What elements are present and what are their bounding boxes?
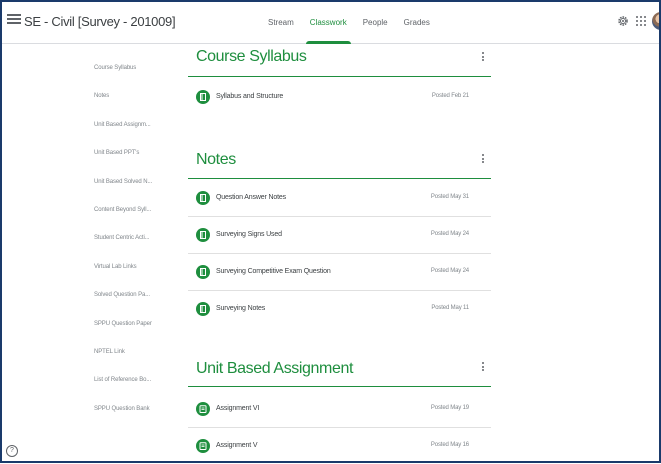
nav-tabs: Stream Classwork People Grades [260, 0, 438, 44]
item-title: Syllabus and Structure [216, 93, 284, 100]
list-item[interactable]: Assignment V Posted May 16 [188, 427, 491, 464]
topic-title: Unit Based Assignment [196, 360, 354, 377]
sidebar-item-sppu-question-paper[interactable]: SPPU Question Paper [94, 316, 152, 344]
sidebar-item-notes[interactable]: Notes [94, 88, 152, 116]
avatar[interactable] [652, 12, 661, 30]
list-item[interactable]: Question Answer Notes Posted May 31 [188, 179, 491, 217]
sidebar-item-virtual-lab-links[interactable]: Virtual Lab Links [94, 259, 152, 287]
item-title: Assignment V [216, 442, 258, 449]
item-date: Posted Feb 21 [431, 93, 469, 99]
item-title: Question Answer Notes [216, 194, 286, 201]
sidebar-item-student-centric[interactable]: Student Centric Acti... [94, 230, 152, 258]
top-app-bar: SE - Civil [Survey - 201009] Stream Clas… [0, 0, 661, 44]
list-item[interactable]: Syllabus and Structure Posted Feb 21 [188, 78, 491, 115]
assignment-icon [196, 439, 210, 453]
item-date: Posted May 24 [430, 231, 469, 237]
material-icon [196, 191, 210, 205]
item-date: Posted May 16 [430, 442, 469, 448]
class-title[interactable]: SE - Civil [Survey - 201009] [24, 14, 176, 29]
tab-stream[interactable]: Stream [260, 0, 302, 43]
sidebar-item-course-syllabus[interactable]: Course Syllabus [94, 60, 152, 88]
sidebar-item-sppu-question-bank[interactable]: SPPU Question Bank [94, 401, 152, 429]
list-item[interactable]: Surveying Signs Used Posted May 24 [188, 216, 491, 254]
menu-icon[interactable] [7, 12, 21, 26]
list-item[interactable]: Surveying Notes Posted May 11 [188, 290, 491, 327]
assignment-icon [196, 402, 210, 416]
tab-grades[interactable]: Grades [396, 0, 438, 43]
item-date: Posted May 31 [430, 194, 469, 200]
material-icon [196, 302, 210, 316]
sidebar-item-unit-based-solved[interactable]: Unit Based Solved N... [94, 174, 152, 202]
item-date: Posted May 11 [431, 305, 469, 311]
more-options-icon[interactable] [481, 52, 485, 64]
material-icon [196, 228, 210, 242]
list-item[interactable]: Assignment VI Posted May 19 [188, 390, 491, 428]
apps-grid-icon[interactable] [636, 16, 646, 26]
topic-title: Course Syllabus [196, 48, 307, 65]
more-options-icon[interactable] [481, 154, 485, 166]
material-icon [196, 90, 210, 104]
item-title: Surveying Signs Used [216, 231, 282, 238]
topic-sidebar: Course Syllabus Notes Unit Based Assignm… [94, 60, 152, 429]
sidebar-item-reference-books[interactable]: List of Reference Bo... [94, 372, 152, 400]
item-title: Assignment VI [216, 405, 260, 412]
list-item[interactable]: Surveying Competitive Exam Question Post… [188, 253, 491, 291]
sidebar-item-unit-based-ppts[interactable]: Unit Based PPT's [94, 145, 152, 173]
sidebar-item-content-beyond-syllabus[interactable]: Content Beyond Syll... [94, 202, 152, 230]
sidebar-item-nptel-link[interactable]: NPTEL Link [94, 344, 152, 372]
material-icon [196, 265, 210, 279]
topic-header: Unit Based Assignment [188, 354, 491, 387]
more-options-icon[interactable] [481, 362, 485, 374]
help-icon[interactable]: ? [6, 445, 18, 457]
item-date: Posted May 19 [430, 405, 469, 411]
tab-classwork[interactable]: Classwork [302, 0, 355, 44]
topic-title: Notes [196, 151, 236, 168]
sidebar-item-solved-question-papers[interactable]: Solved Question Pa... [94, 287, 152, 315]
topic-header: Course Syllabus [188, 44, 491, 77]
tab-people[interactable]: People [355, 0, 396, 43]
topic-header: Notes [188, 146, 491, 179]
sidebar-item-unit-based-assignment[interactable]: Unit Based Assignm... [94, 117, 152, 145]
item-date: Posted May 24 [430, 268, 469, 274]
gear-icon[interactable] [617, 15, 629, 27]
item-title: Surveying Notes [216, 305, 266, 312]
item-title: Surveying Competitive Exam Question [216, 268, 331, 275]
